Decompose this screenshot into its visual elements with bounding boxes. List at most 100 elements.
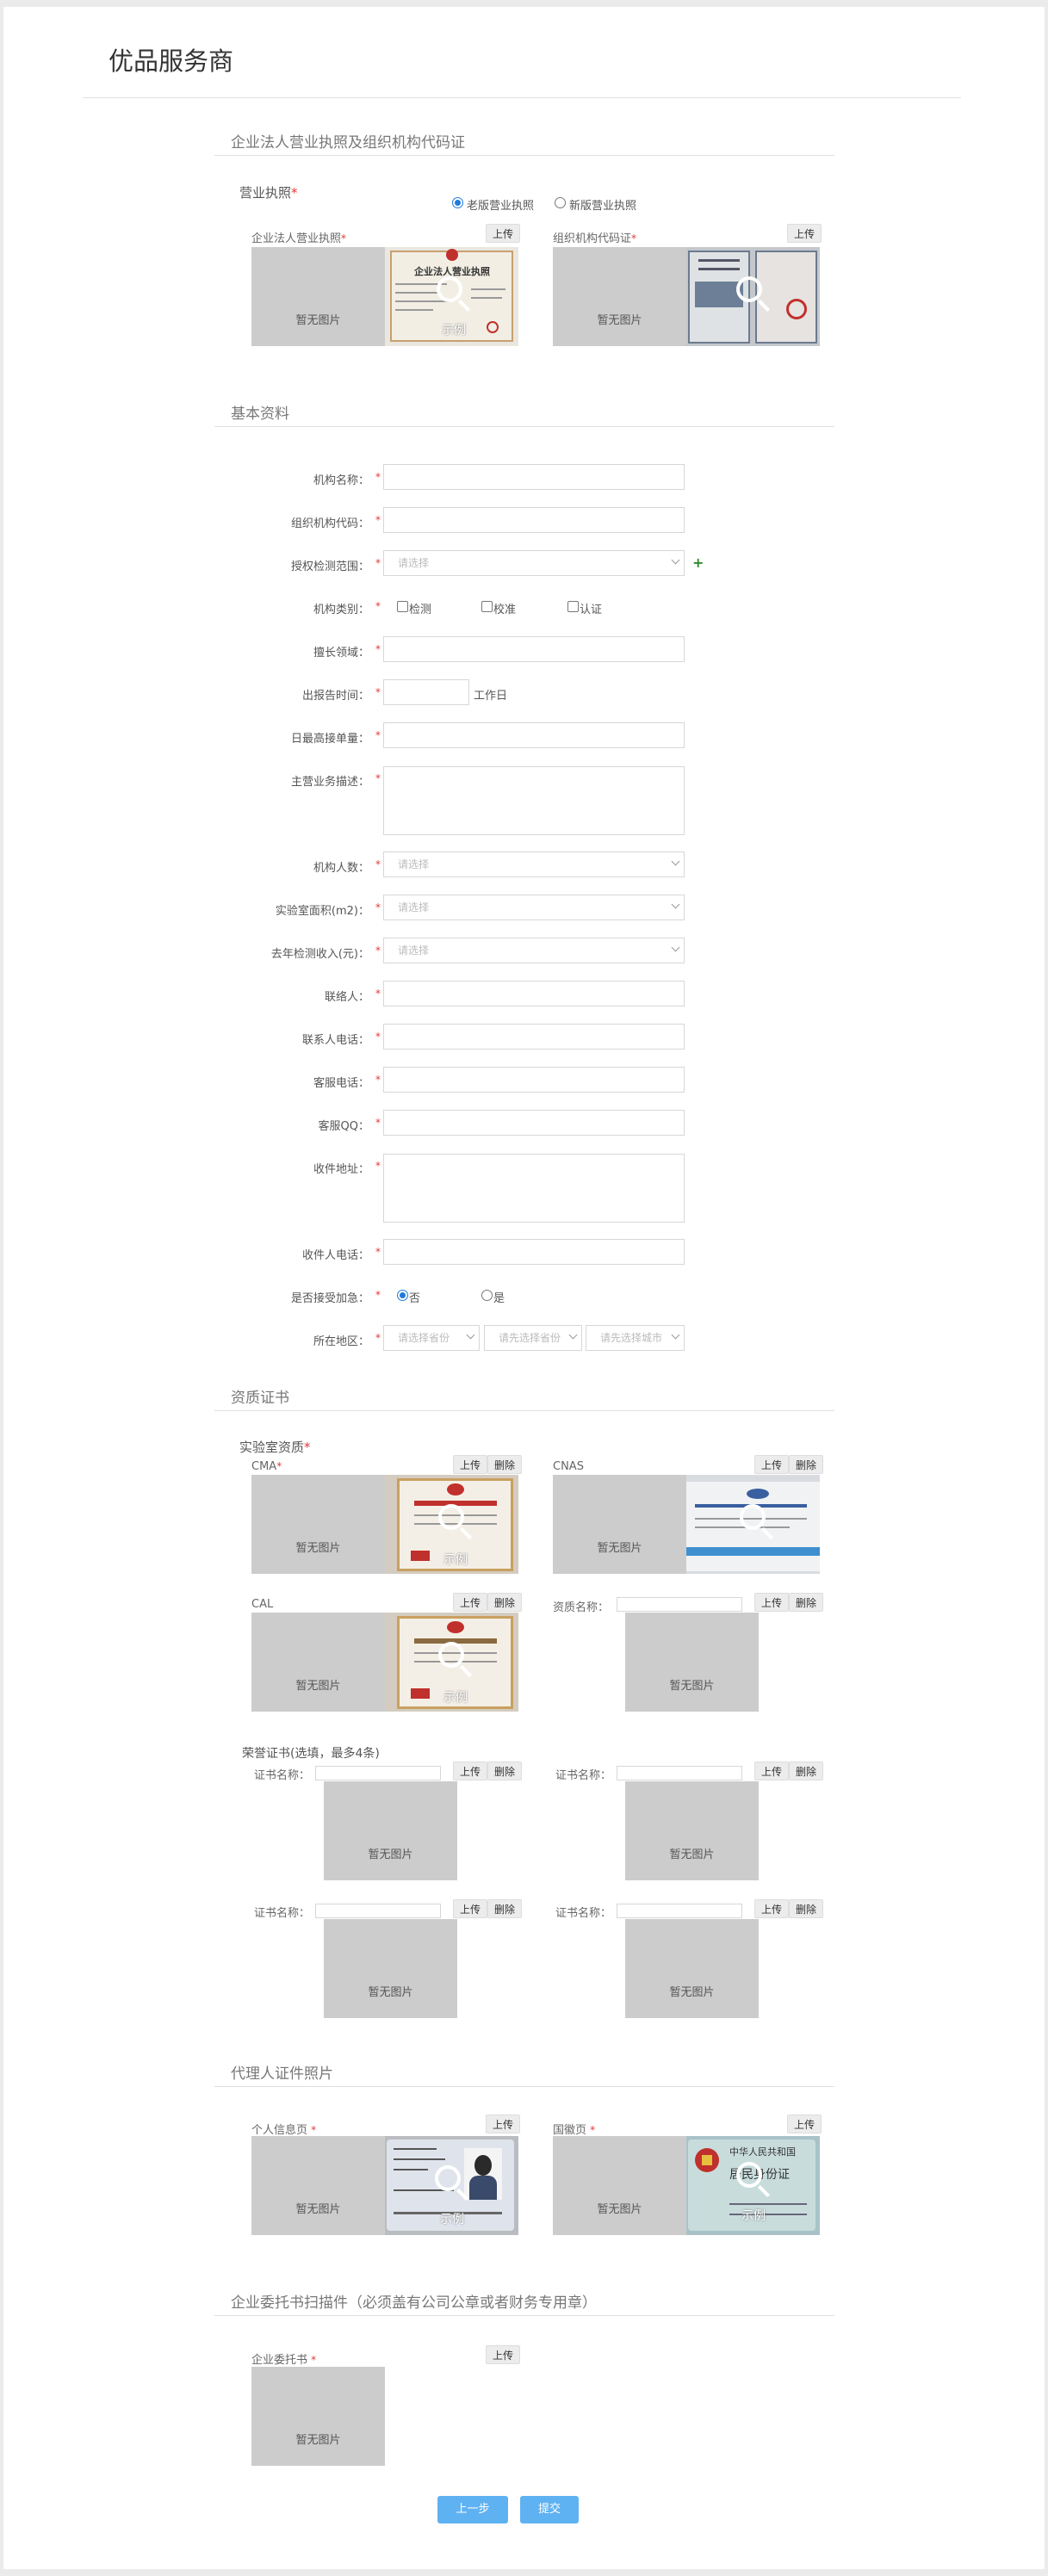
upload-cert-4-button[interactable]: 上传: [754, 1899, 790, 1918]
business-license-label: 营业执照*: [239, 185, 298, 201]
max-orders-input[interactable]: [383, 722, 685, 748]
lab-area-label: 实验室面积(m2)：: [275, 905, 369, 918]
delete-qual-button[interactable]: 删除: [789, 1593, 824, 1612]
delete-cert-3-button[interactable]: 删除: [487, 1899, 523, 1918]
sample-cal-image[interactable]: 示例: [385, 1613, 518, 1712]
cert-name-input-3[interactable]: [315, 1904, 441, 1918]
cert-4-image-box: 暂无图片: [625, 1919, 759, 2018]
lab-area-select[interactable]: 请选择: [383, 895, 685, 920]
recipient-phone-input[interactable]: [383, 1239, 685, 1265]
required-mark: *: [375, 1160, 381, 1172]
radio-urgent-yes-label: 是: [493, 1292, 505, 1305]
org-code-input[interactable]: [383, 507, 685, 533]
required-mark: *: [375, 557, 381, 569]
upload-entrust-button[interactable]: 上传: [486, 2345, 521, 2364]
qual-name-input[interactable]: [617, 1597, 742, 1612]
city-select[interactable]: 请先选择省份: [484, 1325, 582, 1351]
cert-name-input-2[interactable]: [617, 1766, 742, 1780]
cert-name-input-1[interactable]: [315, 1766, 441, 1780]
section-divider: [214, 426, 834, 427]
no-image-text: 暂无图片: [669, 1986, 715, 1999]
upload-id-emblem-button[interactable]: 上传: [787, 2115, 822, 2133]
delete-cal-button[interactable]: 删除: [487, 1593, 523, 1612]
radio-new-license[interactable]: [555, 197, 566, 208]
entrust-section-title: 企业委托书扫描件（必须盖有公司公章或者财务专用章）: [231, 2294, 597, 2312]
expertise-input[interactable]: [383, 636, 685, 662]
service-phone-input[interactable]: [383, 1067, 685, 1093]
staff-count-select[interactable]: 请选择: [383, 851, 685, 877]
upload-org-code-button[interactable]: 上传: [787, 224, 822, 243]
upload-cert-2-button[interactable]: 上传: [754, 1762, 790, 1780]
upload-cert-1-button[interactable]: 上传: [453, 1762, 488, 1780]
checkbox-calibration[interactable]: [481, 601, 493, 612]
liaison-input[interactable]: [383, 981, 685, 1006]
chevron-down-icon: [671, 857, 680, 866]
radio-old-license[interactable]: [452, 197, 463, 208]
sample-license-image[interactable]: 企业法人营业执照 示例: [385, 247, 518, 346]
chevron-down-icon: [568, 1330, 578, 1340]
delete-cert-2-button[interactable]: 删除: [789, 1762, 824, 1780]
upload-corp-license-button[interactable]: 上传: [486, 224, 521, 243]
sample-id-emblem-image[interactable]: 中华人民共和国 居民身份证 示例: [686, 2136, 820, 2235]
province-select[interactable]: 请选择省份: [383, 1325, 480, 1351]
cma-image-box: 暂无图片 示例: [251, 1475, 518, 1574]
sample-cnas-image[interactable]: [686, 1475, 820, 1574]
upload-qual-button[interactable]: 上传: [754, 1593, 790, 1612]
checkbox-testing[interactable]: [397, 601, 408, 612]
upload-cma-button[interactable]: 上传: [453, 1455, 488, 1474]
entrust-letter-label: 企业委托书 *: [251, 2354, 317, 2367]
required-mark: *: [375, 772, 381, 784]
corp-license-label: 企业法人营业执照*: [251, 232, 347, 245]
cnas-image-box: 暂无图片: [553, 1475, 820, 1574]
zoom-icon: [438, 1642, 464, 1668]
sample-cma-image[interactable]: 示例: [385, 1475, 518, 1574]
submit-button[interactable]: 提交: [520, 2496, 579, 2523]
checkbox-certification[interactable]: [567, 601, 579, 612]
region-label: 所在地区：: [313, 1335, 369, 1348]
upload-cnas-button[interactable]: 上传: [754, 1455, 790, 1474]
required-mark: *: [375, 1289, 381, 1301]
radio-urgent-no-label: 否: [409, 1292, 421, 1305]
prev-step-button[interactable]: 上一步: [437, 2496, 508, 2523]
cal-label: CAL: [251, 1598, 274, 1611]
add-scope-button[interactable]: +: [692, 554, 704, 571]
section-divider: [214, 155, 834, 156]
income-select[interactable]: 请选择: [383, 938, 685, 963]
cert-3-image-box: 暂无图片: [324, 1919, 457, 2018]
report-time-input[interactable]: [383, 679, 469, 705]
service-qq-input[interactable]: [383, 1110, 685, 1136]
delete-cert-1-button[interactable]: 删除: [487, 1762, 523, 1780]
radio-old-license-label: 老版营业执照: [467, 200, 535, 213]
sample-org-code-image[interactable]: [686, 247, 820, 346]
sample-id-info-image[interactable]: 示例: [385, 2136, 518, 2235]
report-time-label: 出报告时间：: [301, 690, 369, 703]
cert-name-input-4[interactable]: [617, 1904, 742, 1918]
sample-label: 示例: [443, 1553, 468, 1567]
required-mark: *: [375, 988, 381, 1000]
report-time-unit: 工作日: [474, 690, 508, 703]
upload-id-info-button[interactable]: 上传: [486, 2115, 521, 2133]
mail-address-textarea[interactable]: [383, 1154, 685, 1223]
page-container: 优品服务商 企业法人营业执照及组织机构代码证 营业执照* 老版营业执照 新版营业…: [3, 7, 1045, 2569]
radio-urgent-no[interactable]: [397, 1290, 408, 1301]
upload-cal-button[interactable]: 上传: [453, 1593, 488, 1612]
org-category-label: 机构类别：: [313, 604, 369, 616]
section-divider: [214, 2086, 834, 2087]
test-scope-select[interactable]: 请选择: [383, 550, 685, 576]
cert-name-label: 证书名称：: [555, 1769, 612, 1782]
org-code-image-box: 暂无图片: [553, 247, 820, 346]
required-mark: *: [375, 471, 381, 483]
delete-cma-button[interactable]: 删除: [487, 1455, 523, 1474]
id-emblem-page-label: 国徽页 *: [553, 2124, 596, 2137]
district-select[interactable]: 请先选择城市: [586, 1325, 685, 1351]
org-name-input[interactable]: [383, 464, 685, 490]
business-desc-textarea[interactable]: [383, 766, 685, 835]
delete-cnas-button[interactable]: 删除: [789, 1455, 824, 1474]
delete-cert-4-button[interactable]: 删除: [789, 1899, 824, 1918]
contact-phone-input[interactable]: [383, 1024, 685, 1050]
cnas-label: CNAS: [553, 1460, 584, 1473]
upload-cert-3-button[interactable]: 上传: [453, 1899, 488, 1918]
no-image-text: 暂无图片: [597, 1542, 642, 1555]
staff-count-label: 机构人数：: [313, 862, 369, 875]
radio-urgent-yes[interactable]: [481, 1290, 493, 1301]
